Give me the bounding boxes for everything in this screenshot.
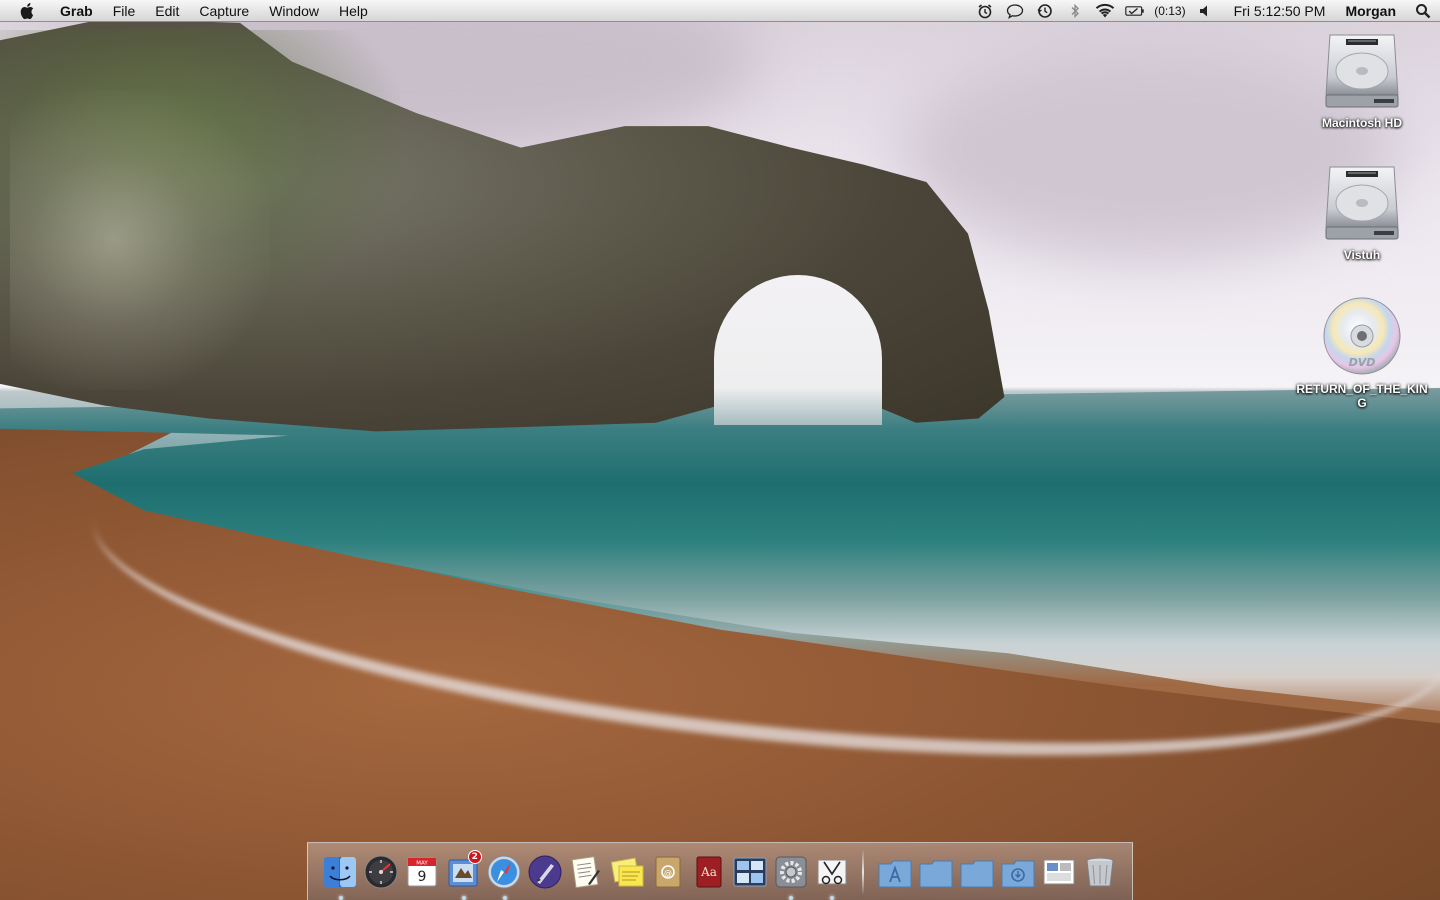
apple-menu-icon[interactable] xyxy=(18,0,38,22)
time-machine-icon[interactable] xyxy=(1035,0,1055,22)
screenshots-icon xyxy=(1043,859,1075,884)
svg-text:MAY: MAY xyxy=(417,860,429,866)
dock-grab[interactable] xyxy=(813,852,850,900)
dock-stickies[interactable] xyxy=(609,852,646,892)
dock-system-preferences[interactable] xyxy=(772,852,809,900)
downloads-folder-icon xyxy=(1001,860,1035,887)
svg-text:@: @ xyxy=(664,868,672,877)
battery-icon[interactable] xyxy=(1125,0,1145,22)
menu-file[interactable]: File xyxy=(103,0,146,22)
dock-stack-downloads[interactable] xyxy=(958,852,995,892)
safari-icon xyxy=(487,855,521,888)
address-book-icon: @ xyxy=(655,856,681,887)
dock-expose[interactable] xyxy=(732,852,769,892)
folder-icon xyxy=(919,860,953,887)
dvd-icon: DVD xyxy=(1322,296,1402,376)
dock-separator[interactable] xyxy=(862,848,865,895)
dock-stack-documents[interactable] xyxy=(917,852,954,892)
dashboard-icon xyxy=(364,855,398,888)
menu-clock[interactable]: Fri 5:12:50 PM xyxy=(1220,3,1336,19)
folder-icon xyxy=(960,860,994,887)
svg-text:9: 9 xyxy=(418,869,427,885)
battery-time: (0:13) xyxy=(1154,3,1186,18)
desktop-item-label: Vistuh xyxy=(1343,248,1381,262)
dock-stack-screenshots[interactable] xyxy=(1040,852,1077,892)
mail-unread-badge: 2 xyxy=(467,849,482,864)
bluetooth-icon[interactable] xyxy=(1065,0,1085,22)
desktop-item-label: Macintosh HD xyxy=(1321,116,1402,130)
grab-icon xyxy=(817,859,847,884)
dock-pen-app[interactable] xyxy=(527,852,564,892)
wifi-icon[interactable] xyxy=(1095,0,1115,22)
menu-help[interactable]: Help xyxy=(329,0,378,22)
desktop-item-macintosh-hd[interactable]: Macintosh HD xyxy=(1292,30,1432,130)
gear-icon xyxy=(775,856,807,887)
menu-bar: Grab File Edit Capture Window Help (0:13… xyxy=(0,0,1440,22)
dock-trash[interactable] xyxy=(1081,852,1118,892)
dock-stack-applications[interactable] xyxy=(876,852,913,892)
dock-stack-user-folder[interactable] xyxy=(999,852,1036,892)
stickies-icon xyxy=(611,856,644,886)
menu-window[interactable]: Window xyxy=(259,0,329,22)
dock-address-book[interactable]: @ xyxy=(650,852,687,892)
expose-icon xyxy=(733,857,767,886)
spotlight-search-icon[interactable] xyxy=(1406,0,1440,22)
dictionary-icon: Aa xyxy=(696,856,722,887)
desktop-item-vistuh[interactable]: Vistuh xyxy=(1292,162,1432,262)
dock-textedit[interactable] xyxy=(568,852,605,892)
textedit-icon xyxy=(571,855,601,888)
dock-safari[interactable] xyxy=(486,852,523,900)
hard-drive-icon xyxy=(1322,162,1402,242)
dock-finder[interactable] xyxy=(322,852,359,900)
ichat-status-icon[interactable] xyxy=(1005,0,1025,22)
desktop-wallpaper xyxy=(0,0,1440,900)
menu-capture[interactable]: Capture xyxy=(189,0,259,22)
dock-mail[interactable]: 2 xyxy=(445,849,482,900)
dock-dictionary[interactable]: Aa xyxy=(691,852,728,892)
calendar-icon: MAY 9 xyxy=(407,857,437,886)
applications-folder-icon xyxy=(878,860,912,887)
menu-edit[interactable]: Edit xyxy=(145,0,189,22)
pen-icon xyxy=(528,855,562,888)
menu-app-name[interactable]: Grab xyxy=(50,0,103,22)
hard-drive-icon xyxy=(1322,30,1402,110)
fast-user-switch[interactable]: Morgan xyxy=(1335,3,1406,19)
dock: MAY 9 2 @ Aa xyxy=(307,842,1133,900)
desktop-item-label: RETURN_OF_THE_KING xyxy=(1296,382,1428,410)
desktop-item-dvd[interactable]: DVD RETURN_OF_THE_KING xyxy=(1292,296,1432,410)
dock-ical[interactable]: MAY 9 xyxy=(404,852,441,892)
volume-icon[interactable] xyxy=(1195,0,1215,22)
svg-text:Aa: Aa xyxy=(700,865,717,879)
trash-icon xyxy=(1086,857,1114,886)
alarm-clock-icon[interactable] xyxy=(975,0,995,22)
dock-dashboard[interactable] xyxy=(363,852,400,892)
svg-text:DVD: DVD xyxy=(1349,356,1376,369)
finder-icon xyxy=(324,856,357,887)
menu-extras: (0:13) Fri 5:12:50 PM Morgan xyxy=(970,0,1440,22)
